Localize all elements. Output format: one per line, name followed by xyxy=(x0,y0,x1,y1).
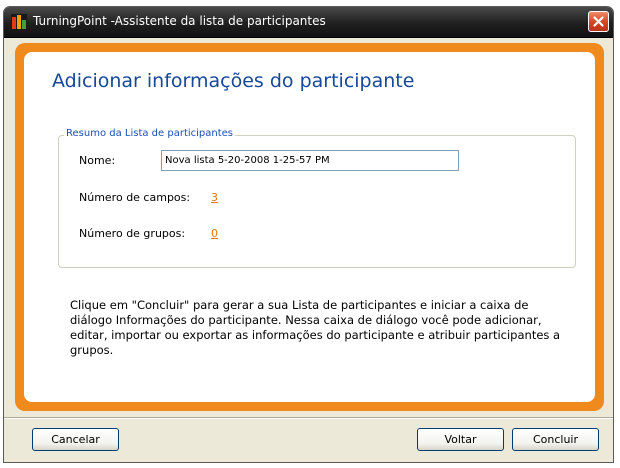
groups-count-link[interactable]: 0 xyxy=(211,227,218,240)
title-bar[interactable]: TurningPoint -Assistente da lista de par… xyxy=(4,7,613,38)
wizard-content: Adicionar informações do participante Re… xyxy=(24,52,595,402)
name-label: Nome: xyxy=(79,154,116,167)
close-icon xyxy=(593,16,604,27)
button-bar-separator xyxy=(4,417,613,419)
page-title: Adicionar informações do participante xyxy=(52,70,415,92)
instructions-text: Clique em "Concluir" para gerar a sua Li… xyxy=(70,298,561,357)
fields-count-link[interactable]: 3 xyxy=(211,191,218,204)
close-button[interactable] xyxy=(588,11,609,32)
window-title: TurningPoint -Assistente da lista de par… xyxy=(33,14,326,28)
groups-count-label: Número de grupos: xyxy=(79,227,186,240)
fields-count-label: Número de campos: xyxy=(79,191,191,204)
group-legend: Resumo da Lista de participantes xyxy=(64,128,236,139)
back-button[interactable]: Voltar xyxy=(417,428,504,451)
participant-summary-group: Resumo da Lista de participantes Nome: N… xyxy=(58,128,576,268)
finish-button[interactable]: Concluir xyxy=(512,428,599,451)
turningpoint-app-icon xyxy=(11,14,27,30)
name-input[interactable] xyxy=(161,150,459,171)
wizard-window: TurningPoint -Assistente da lista de par… xyxy=(3,6,614,463)
cancel-button[interactable]: Cancelar xyxy=(32,428,119,451)
